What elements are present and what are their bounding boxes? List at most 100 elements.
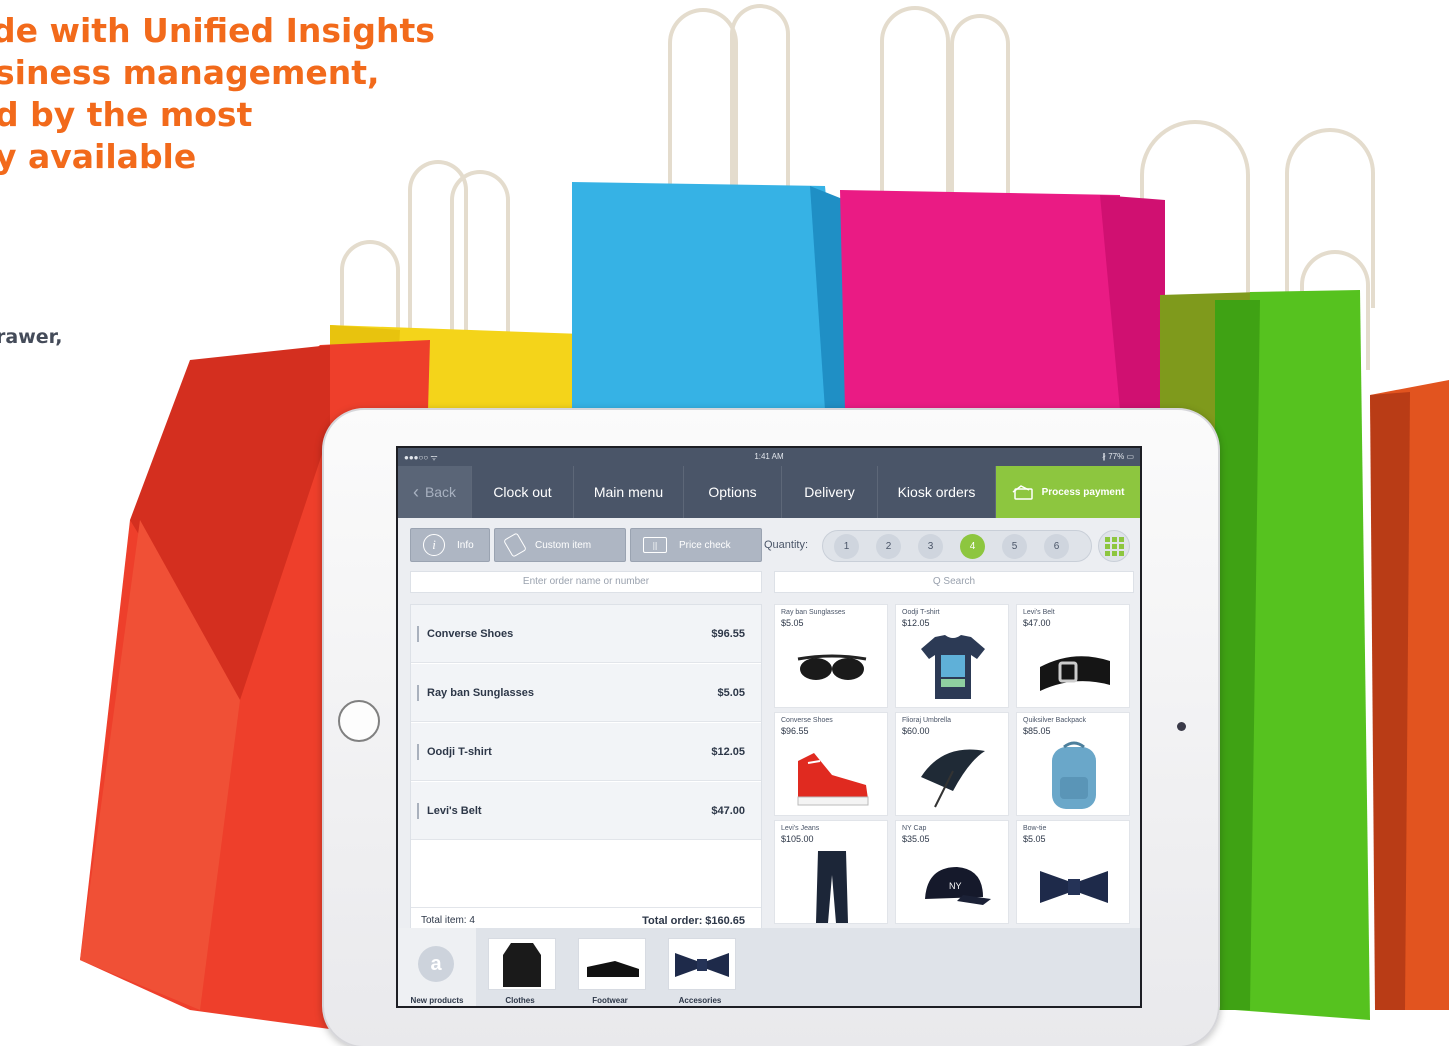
- order-item-price: $5.05: [717, 686, 745, 699]
- order-name-input[interactable]: Enter order name or number: [410, 571, 762, 593]
- product-card[interactable]: Ray ban Sunglasses $5.05: [774, 604, 888, 708]
- product-name: NY Cap: [902, 825, 927, 832]
- category-footwear[interactable]: Footwear: [566, 928, 654, 1006]
- product-price: $47.00: [1023, 618, 1051, 628]
- product-name: Levi's Belt: [1023, 609, 1055, 616]
- svg-text:NY: NY: [949, 881, 962, 891]
- top-nav: ‹ Back Clock out Main menu Options Deliv…: [398, 466, 1140, 518]
- custom-item-label: Custom item: [535, 539, 592, 551]
- category-tile: [578, 938, 646, 990]
- order-item-name: Ray ban Sunglasses: [427, 686, 534, 699]
- battery-indicator: ∦ 77% ▭: [1101, 452, 1134, 461]
- home-button[interactable]: [338, 700, 380, 742]
- nav-options[interactable]: Options: [684, 466, 782, 518]
- quantity-option-2[interactable]: 2: [876, 534, 901, 559]
- quantity-label: Quantity:: [764, 539, 809, 551]
- info-button[interactable]: i Info: [410, 528, 490, 562]
- order-row[interactable]: Oodji T-shirt $12.05: [411, 723, 761, 781]
- quantity-option-5[interactable]: 5: [1002, 534, 1027, 559]
- product-card[interactable]: Levi's Jeans $105.00: [774, 820, 888, 924]
- order-item-name: Converse Shoes: [427, 627, 514, 640]
- card-icon: [1012, 485, 1033, 500]
- product-name: Flioraj Umbrella: [902, 717, 952, 724]
- bowtie-icon: [675, 953, 729, 977]
- new-products-icon: a: [418, 946, 454, 982]
- product-card[interactable]: Flioraj Umbrella $60.00: [895, 712, 1009, 816]
- product-price: $96.55: [781, 726, 809, 736]
- pos-body: i Info Custom item ||| Price check Quant…: [398, 518, 1140, 1006]
- order-row[interactable]: Ray ban Sunglasses $5.05: [411, 664, 761, 722]
- sneaker-icon: [797, 753, 869, 806]
- nav-main-menu[interactable]: Main menu: [574, 466, 684, 518]
- tag-icon: [503, 532, 527, 558]
- order-item-price: $12.05: [711, 745, 745, 758]
- category-clothes[interactable]: Clothes: [476, 928, 564, 1006]
- status-time: 1:41 AM: [754, 452, 784, 461]
- product-price: $60.00: [902, 726, 930, 736]
- product-card[interactable]: Oodji T-shirt $12.05: [895, 604, 1009, 708]
- product-card[interactable]: Converse Shoes $96.55: [774, 712, 888, 816]
- category-new-products[interactable]: a New products: [398, 928, 476, 1006]
- umbrella-icon: [921, 749, 985, 808]
- category-label: Clothes: [505, 996, 535, 1005]
- category-label: New products: [410, 996, 464, 1005]
- row-marker: [417, 684, 419, 701]
- category-bar: a New products Clothes Footwear Accesori…: [398, 928, 1140, 1006]
- chevron-left-icon: ‹: [412, 481, 419, 502]
- shoe-icon: [587, 961, 639, 977]
- backpack-icon: [1052, 741, 1096, 809]
- product-name: Converse Shoes: [781, 717, 833, 724]
- product-price: $12.05: [902, 618, 930, 628]
- product-search-input[interactable]: Q Search: [774, 571, 1134, 593]
- order-item-price: $96.55: [711, 627, 745, 640]
- product-name: Bow-tie: [1023, 825, 1047, 832]
- keypad-button[interactable]: [1098, 530, 1130, 562]
- product-card[interactable]: Levi's Belt $47.00: [1016, 604, 1130, 708]
- order-item-name: Levi's Belt: [427, 804, 482, 817]
- tshirt-icon: [921, 635, 985, 699]
- total-order-value: $160.65: [705, 914, 745, 927]
- row-marker: [417, 743, 419, 760]
- jeans-icon: [816, 851, 848, 923]
- keypad-icon: [1104, 536, 1124, 556]
- order-row[interactable]: Levi's Belt $47.00: [411, 782, 761, 840]
- price-check-button[interactable]: ||| Price check: [630, 528, 762, 562]
- order-item-price: $47.00: [711, 804, 745, 817]
- cap-icon: NY: [925, 867, 991, 905]
- price-check-label: Price check: [679, 539, 731, 551]
- quantity-option-1[interactable]: 1: [834, 534, 859, 559]
- quantity-option-3[interactable]: 3: [918, 534, 943, 559]
- info-label: Info: [457, 539, 474, 551]
- quantity-option-4[interactable]: 4: [960, 534, 985, 559]
- order-row[interactable]: Converse Shoes $96.55: [411, 605, 761, 663]
- category-label: Accesories: [678, 996, 722, 1005]
- nav-delivery[interactable]: Delivery: [782, 466, 878, 518]
- row-marker: [417, 625, 419, 642]
- nav-clock-out[interactable]: Clock out: [472, 466, 574, 518]
- product-price: $35.05: [902, 834, 930, 844]
- barcode-icon: |||: [643, 537, 667, 553]
- custom-item-button[interactable]: Custom item: [494, 528, 626, 562]
- category-accessories[interactable]: Accesories: [656, 928, 744, 1006]
- product-price: $5.05: [1023, 834, 1046, 844]
- product-card[interactable]: Bow-tie $5.05: [1016, 820, 1130, 924]
- sunglasses-icon: [797, 654, 867, 680]
- back-button[interactable]: ‹ Back: [398, 466, 472, 518]
- order-list: Converse Shoes $96.55 Ray ban Sunglasses…: [410, 604, 762, 934]
- info-icon: i: [423, 534, 445, 556]
- product-name: Ray ban Sunglasses: [781, 609, 846, 616]
- product-card[interactable]: Quiksilver Backpack $85.05: [1016, 712, 1130, 816]
- quantity-option-6[interactable]: 6: [1044, 534, 1069, 559]
- nav-kiosk-orders[interactable]: Kiosk orders: [878, 466, 996, 518]
- row-marker: [417, 802, 419, 819]
- category-tile: [668, 938, 736, 990]
- product-price: $85.05: [1023, 726, 1051, 736]
- product-name: Levi's Jeans: [781, 825, 820, 832]
- product-price: $105.00: [781, 834, 814, 844]
- process-payment-button[interactable]: Process payment: [996, 466, 1140, 518]
- product-card[interactable]: NY Cap $35.05 NY: [895, 820, 1009, 924]
- bowtie-icon: [1040, 871, 1108, 903]
- ipad-device: ●●●○○ ᯤ 1:41 AM ∦ 77% ▭ ‹ Back Clock out…: [322, 408, 1220, 1046]
- back-label: Back: [424, 484, 457, 500]
- product-name: Oodji T-shirt: [902, 609, 940, 616]
